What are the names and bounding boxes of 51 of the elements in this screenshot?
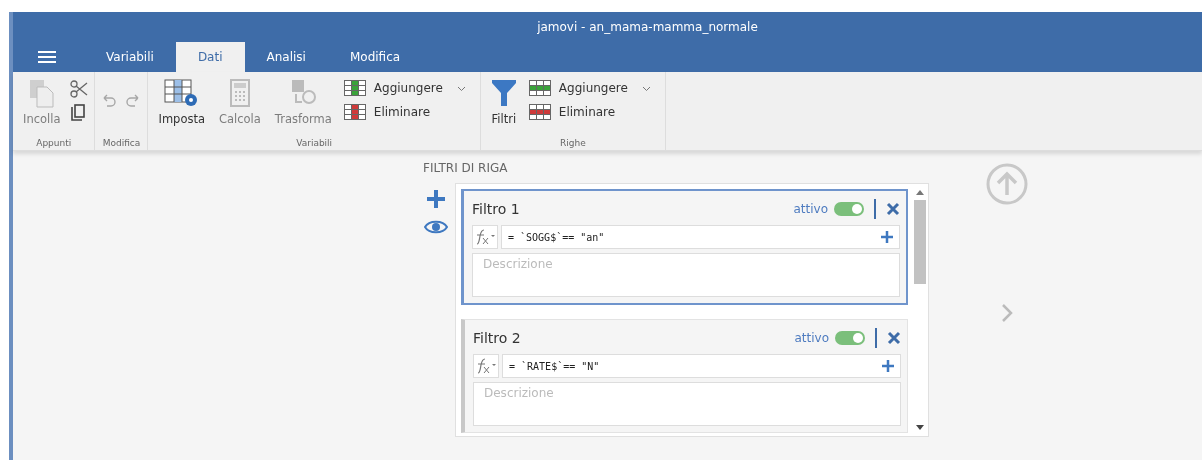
- eye-icon[interactable]: [424, 219, 448, 235]
- function-button[interactable]: [472, 225, 498, 249]
- filter-card[interactable]: Filtro 1 attivo = `SOGG$`== "an" Descrizione: [461, 189, 908, 305]
- copy-icon[interactable]: [70, 104, 87, 122]
- formula-field[interactable]: = `SOGG$`== "an": [501, 225, 900, 249]
- section-heading: FILTRI DI RIGA: [423, 161, 509, 175]
- remove-column-icon: [343, 104, 366, 120]
- add-row-icon: [528, 80, 551, 96]
- table-gear-icon: [163, 78, 200, 108]
- tab[interactable]: Analisi: [244, 42, 328, 72]
- status-label: attivo: [794, 331, 829, 345]
- add-column-button[interactable]: Aggiungere: [341, 78, 445, 98]
- setup-button[interactable]: Imposta: [154, 78, 209, 126]
- close-icon[interactable]: [887, 331, 901, 345]
- filter-title: Filtro 2: [473, 330, 522, 346]
- scroll-up-arrow-icon[interactable]: [916, 190, 924, 195]
- formula-field[interactable]: = `RATE$`== "N": [502, 354, 901, 378]
- caret-icon[interactable]: [641, 86, 651, 92]
- filter-button[interactable]: Filtri: [486, 78, 521, 126]
- status-label: attivo: [793, 202, 828, 216]
- group-label: Righe: [560, 138, 586, 148]
- tab[interactable]: Dati: [175, 42, 245, 72]
- group-label: Variabili: [296, 138, 333, 148]
- close-icon[interactable]: [886, 202, 900, 216]
- clipboard-icon: [27, 78, 56, 108]
- add-row-button[interactable]: Aggiungere: [526, 78, 630, 98]
- remove-row-button[interactable]: Eliminare: [526, 102, 651, 122]
- filter-card[interactable]: Filtro 2 attivo = `RATE$`== "N" Descrizione: [461, 319, 908, 433]
- calculator-icon: [228, 78, 251, 108]
- tab[interactable]: Modifica: [327, 42, 423, 72]
- group-label: Appunti: [36, 138, 72, 148]
- filter-icon: [490, 78, 517, 108]
- add-icon[interactable]: [882, 360, 894, 372]
- add-column-icon: [343, 80, 366, 96]
- group-label: Modifica: [102, 138, 141, 148]
- remove-column-button[interactable]: Eliminare: [341, 102, 466, 122]
- scroll-down-arrow-icon[interactable]: [916, 425, 924, 430]
- remove-row-icon: [528, 104, 551, 120]
- menu-icon[interactable]: [38, 50, 56, 64]
- function-button[interactable]: [473, 354, 499, 378]
- tab[interactable]: Variabili: [84, 42, 176, 72]
- window-title: jamovi - an_mama-mamma_normale: [537, 20, 758, 34]
- caret-icon[interactable]: [456, 86, 466, 92]
- description-field[interactable]: Descrizione: [472, 253, 900, 297]
- add-icon[interactable]: [881, 231, 893, 243]
- toggle-switch[interactable]: [835, 331, 865, 345]
- add-icon[interactable]: [426, 189, 446, 209]
- description-field[interactable]: Descrizione: [473, 382, 901, 426]
- filter-title: Filtro 1: [472, 201, 521, 217]
- cut-icon[interactable]: [70, 80, 89, 98]
- toggle-switch[interactable]: [834, 202, 864, 216]
